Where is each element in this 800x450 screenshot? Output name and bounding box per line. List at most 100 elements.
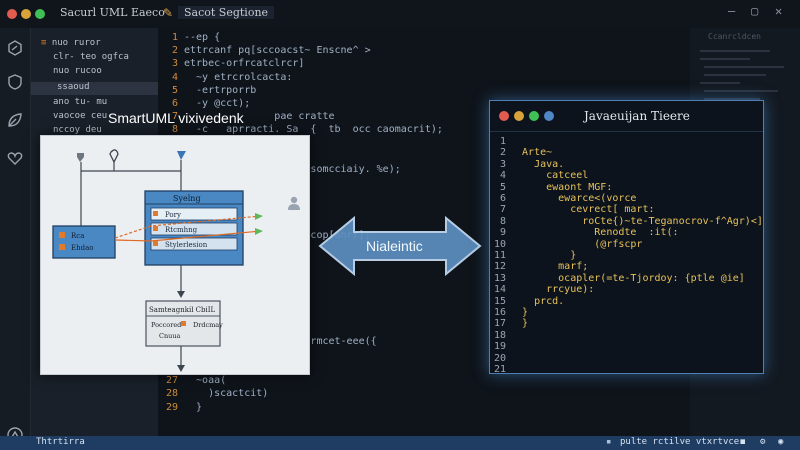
leaf-icon[interactable] bbox=[6, 111, 24, 129]
uml-diagram: Syelng Pory Rtcmhng Stylerlesion Rca Ehd… bbox=[52, 149, 263, 372]
java-code-line[interactable]: catceel bbox=[510, 170, 588, 181]
status-left[interactable]: Thtrtirra bbox=[36, 437, 85, 447]
java-line-number: 2 bbox=[499, 147, 506, 159]
java-line-number: 20 bbox=[493, 352, 506, 364]
notification-icon[interactable]: ◉ bbox=[778, 437, 783, 447]
close-button[interactable]: ✕ bbox=[775, 4, 782, 18]
java-line-number: 9 bbox=[499, 227, 506, 239]
panel-extra-dot-icon[interactable] bbox=[544, 111, 554, 121]
sidebar-item-label: nuo ruror bbox=[51, 38, 101, 48]
uml-diagram-panel[interactable]: Syelng Pory Rtcmhng Stylerlesion Rca Ehd… bbox=[40, 135, 310, 375]
code-line[interactable]: } bbox=[184, 402, 202, 413]
maximize-button[interactable]: ▢ bbox=[751, 4, 758, 18]
bottom-class-field: Drdcmay bbox=[193, 321, 223, 329]
java-line-number: 1 bbox=[499, 136, 506, 147]
java-line-number: 16 bbox=[493, 307, 506, 318]
arrow-label: Nialeintic bbox=[366, 238, 423, 254]
bottom-class-field: Cnuua bbox=[159, 332, 181, 340]
java-code-line[interactable]: Java. bbox=[510, 159, 564, 170]
code-line[interactable]: ettrcanf pq[sccoacst~ Enscne^ > bbox=[184, 45, 371, 56]
java-line-number: 8 bbox=[499, 215, 506, 227]
java-code-line[interactable]: roCte{)~te-Teganocrov-f^Agr)<] bbox=[510, 216, 763, 227]
java-line-number: 12 bbox=[493, 261, 506, 273]
java-code-line[interactable]: Arte~ bbox=[510, 147, 552, 158]
java-line-number: 13 bbox=[493, 272, 506, 284]
main-class-name: Syelng bbox=[173, 194, 201, 203]
java-line-number: 11 bbox=[493, 250, 506, 261]
java-line-number: 15 bbox=[493, 295, 506, 307]
line-number: 5 bbox=[171, 84, 178, 96]
java-line-number: 17 bbox=[493, 318, 506, 330]
java-panel-title: Javaeuijan Tieere bbox=[584, 109, 690, 123]
java-code-line[interactable]: } bbox=[510, 307, 528, 318]
java-line-number: 18 bbox=[493, 329, 506, 341]
uml-panel-heading: SmartUML vixivedenk bbox=[108, 110, 244, 126]
java-code-line[interactable]: (@rfscpr bbox=[510, 239, 642, 250]
close-dot-icon[interactable] bbox=[7, 9, 17, 19]
bottom-class-name: Samteagnkil CbiIL bbox=[149, 306, 216, 314]
java-line-number: 7 bbox=[499, 204, 506, 216]
shield-icon[interactable] bbox=[6, 73, 24, 91]
bell-icon[interactable]: ▪ bbox=[606, 437, 611, 447]
minimize-button[interactable]: — bbox=[728, 4, 735, 18]
java-code-line[interactable]: rrcyue): bbox=[510, 284, 594, 295]
line-number: 4 bbox=[171, 71, 178, 83]
sidebar-item[interactable]: ≡ nuo ruror bbox=[31, 38, 168, 51]
settings-gear-icon[interactable]: ⚙ bbox=[760, 437, 765, 447]
explorer-icon[interactable] bbox=[6, 39, 24, 57]
title-bar: Sacurl UML Eaeco ✎ Sacot Segtione — ▢ ✕ bbox=[0, 0, 800, 29]
java-code[interactable]: 12 Arte~ 3 Java. 4 catceel 5 ewaont MGF: 6 e… bbox=[490, 136, 763, 375]
bottom-class-field: Poccored bbox=[151, 321, 181, 329]
panel-close-dot-icon[interactable] bbox=[499, 111, 509, 121]
code-line[interactable]: -ertrporrb bbox=[184, 85, 256, 96]
java-code-line[interactable]: Renodte :it(: bbox=[510, 227, 678, 238]
line-number: 2 bbox=[171, 45, 178, 57]
activity-bar bbox=[0, 28, 31, 443]
main-class-field: Rtcmhng bbox=[165, 226, 198, 234]
maximize-dot-icon[interactable] bbox=[35, 9, 45, 19]
code-line[interactable]: ~y etrcrolcacta: bbox=[184, 72, 292, 83]
code-line[interactable]: -c aprracti. Sa { tb occ caomacrit); bbox=[184, 124, 443, 135]
code-line[interactable]: etrbec-orfrcatclrcr] bbox=[184, 58, 304, 69]
line-number: 6 bbox=[171, 98, 178, 109]
java-line-number: 6 bbox=[499, 193, 506, 204]
line-number: 27 bbox=[165, 375, 178, 387]
status-right[interactable]: pulte rctilve vtxrtvce bbox=[620, 437, 739, 447]
java-line-number: 10 bbox=[493, 238, 506, 250]
java-code-line[interactable]: } bbox=[510, 250, 576, 261]
java-line-number: 5 bbox=[499, 181, 506, 193]
java-line-number: 21 bbox=[493, 364, 506, 375]
sync-icon[interactable]: ◼ bbox=[740, 437, 745, 447]
java-line-number: 3 bbox=[499, 158, 506, 170]
line-number: 8 bbox=[171, 124, 178, 136]
panel-maximize-dot-icon[interactable] bbox=[529, 111, 539, 121]
code-line[interactable]: --ep { bbox=[184, 32, 220, 43]
line-number: 29 bbox=[165, 401, 178, 413]
java-code-line[interactable]: marf; bbox=[510, 261, 588, 272]
code-line[interactable]: ~oaa( bbox=[184, 375, 226, 386]
java-code-line[interactable]: ewarce<(vorce bbox=[510, 193, 636, 204]
java-line-number: 19 bbox=[493, 341, 506, 353]
line-number: 1 bbox=[171, 32, 178, 43]
java-code-line[interactable]: ocapler(=te-Tjordoy: {ptle @ie] bbox=[510, 273, 745, 284]
java-code-line[interactable]: } bbox=[510, 318, 528, 329]
java-line-number: 4 bbox=[499, 170, 506, 182]
pin-icon: ✎ bbox=[163, 6, 174, 20]
user-icon[interactable] bbox=[286, 195, 302, 211]
tab-settings-file[interactable]: Sacot Segtione bbox=[178, 6, 275, 19]
line-number: 3 bbox=[171, 58, 178, 70]
status-bar: Thtrtirra ▪ pulte rctilve vtxrtvce ◼ ⚙ ◉ bbox=[0, 436, 800, 450]
java-line-number: 14 bbox=[493, 284, 506, 296]
minimize-dot-icon[interactable] bbox=[21, 9, 31, 19]
line-number: 28 bbox=[165, 388, 178, 400]
main-class-field: Pory bbox=[165, 211, 181, 219]
heart-shield-icon[interactable] bbox=[6, 149, 24, 167]
panel-minimize-dot-icon[interactable] bbox=[514, 111, 524, 121]
code-line[interactable]: -y @cct); bbox=[184, 98, 250, 109]
java-code-line[interactable]: prcd. bbox=[510, 296, 564, 307]
java-code-line[interactable]: ewaont MGF: bbox=[510, 182, 612, 193]
java-code-line[interactable]: cevrect[ mart: bbox=[510, 204, 654, 215]
tab-uml-file[interactable]: Sacurl UML Eaeco bbox=[60, 6, 165, 19]
main-class-field: Stylerlesion bbox=[165, 241, 208, 249]
code-line[interactable]: )scactcit) bbox=[184, 388, 268, 399]
